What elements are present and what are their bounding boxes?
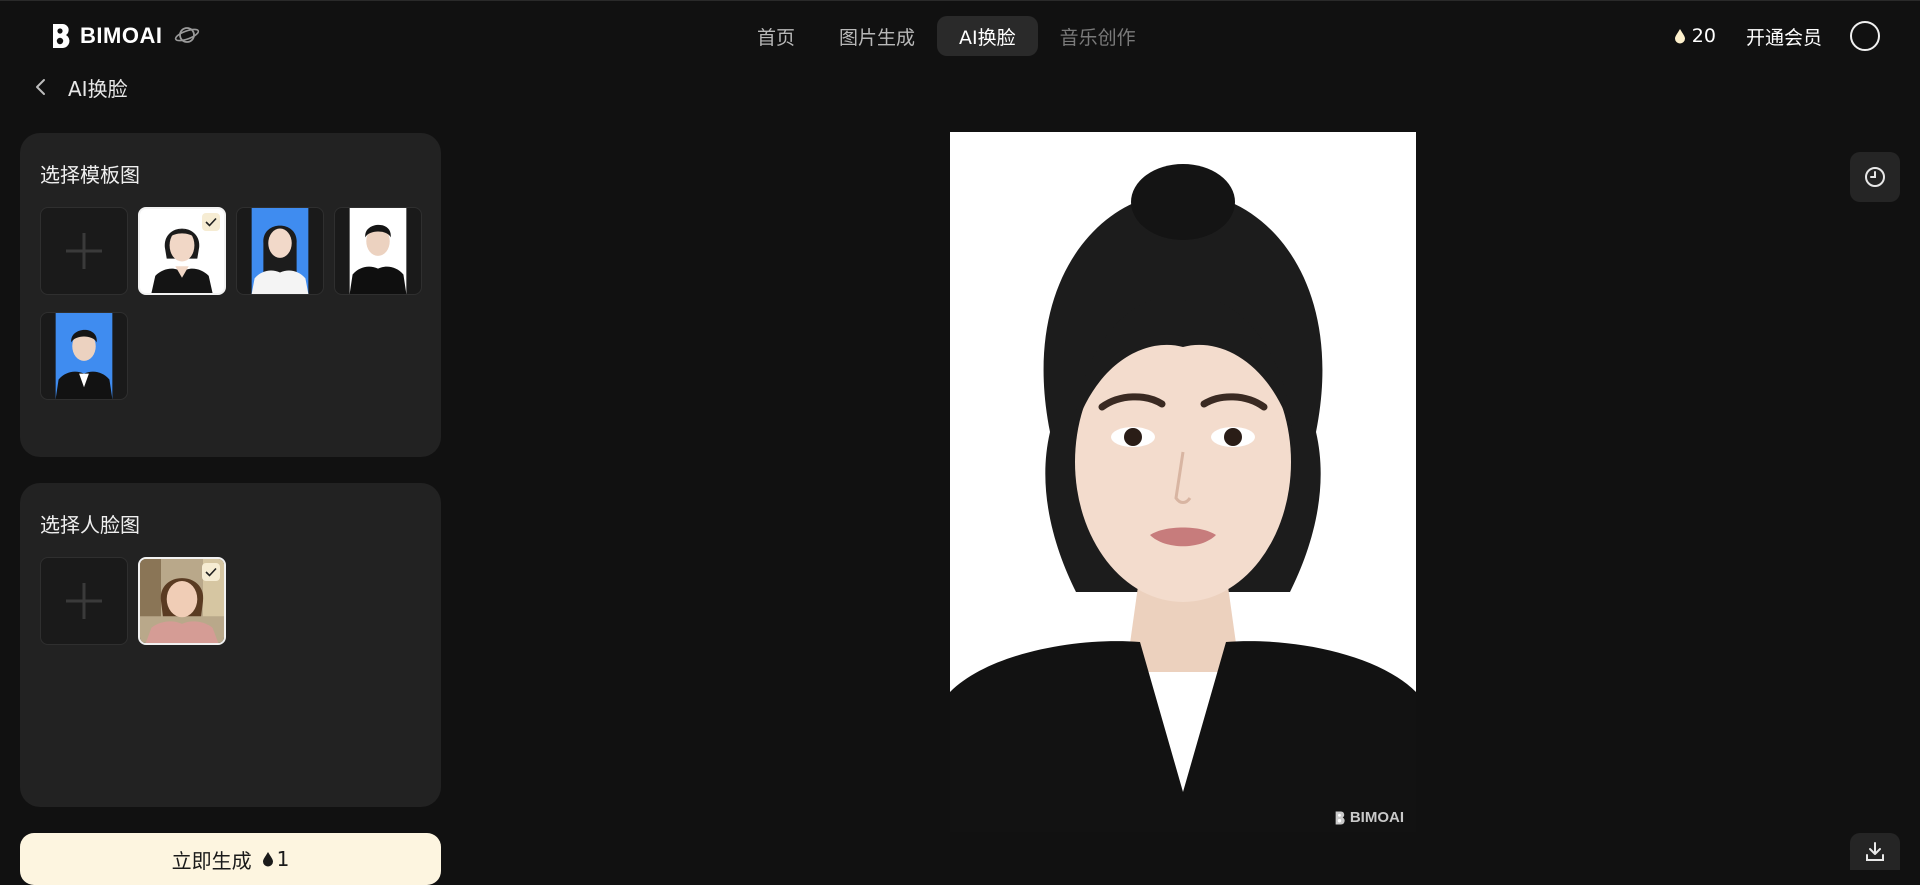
template-panel: 选择模板图 [20, 133, 441, 457]
face-panel: 选择人脸图 [20, 483, 441, 807]
brand-name: BIMOAI [80, 23, 163, 48]
add-template-button[interactable] [40, 207, 128, 295]
drop-icon [1674, 29, 1685, 44]
template-thumbnail-2[interactable] [236, 207, 324, 295]
template-thumbnail-3[interactable] [334, 207, 422, 295]
download-icon [1866, 841, 1884, 861]
main-nav: 首页 图片生成 AI换脸 音乐创作 [735, 16, 1158, 56]
avatar[interactable] [1850, 21, 1880, 51]
generate-cost-value: 1 [276, 847, 290, 871]
credits-display[interactable]: 20 [1674, 25, 1716, 47]
face-thumbnail-1[interactable] [138, 557, 226, 645]
template-thumbnail-1[interactable] [138, 207, 226, 295]
chevron-left-icon[interactable] [32, 76, 50, 98]
page-header: AI换脸 [32, 70, 128, 104]
nav-item-ai-face-swap[interactable]: AI换脸 [937, 16, 1038, 56]
drop-icon [262, 852, 273, 867]
template-panel-title: 选择模板图 [40, 163, 140, 187]
result-portrait-image [950, 132, 1416, 832]
nav-item-image-generation[interactable]: 图片生成 [817, 16, 937, 56]
plus-icon [66, 583, 102, 619]
nav-item-music-creation[interactable]: 音乐创作 [1038, 16, 1158, 56]
page-title: AI换脸 [68, 76, 128, 101]
portrait-woman-blue-bg-image [251, 208, 309, 294]
generate-label: 立即生成 [171, 848, 252, 873]
brand-logo[interactable]: BIMOAI [50, 21, 162, 51]
planet-icon[interactable] [174, 23, 200, 47]
history-icon [1865, 167, 1885, 187]
check-icon [205, 567, 217, 577]
selected-check [202, 213, 220, 231]
template-thumbnail-4[interactable] [40, 312, 128, 400]
plus-icon [66, 233, 102, 269]
face-panel-title: 选择人脸图 [40, 513, 140, 537]
add-face-button[interactable] [40, 557, 128, 645]
credits-count: 20 [1691, 25, 1716, 47]
bimoai-logo-icon [53, 24, 70, 48]
generate-button[interactable]: 立即生成 1 [20, 833, 441, 885]
portrait-man-image [349, 208, 407, 294]
selected-check [202, 563, 220, 581]
portrait-man-blue-bg-image [55, 313, 113, 399]
bimoai-logo-icon [1335, 810, 1345, 825]
account-area: 20 开通会员 [1674, 19, 1880, 53]
history-button[interactable] [1850, 152, 1900, 202]
check-icon [205, 217, 217, 227]
download-button[interactable] [1850, 833, 1900, 870]
nav-item-home[interactable]: 首页 [735, 16, 817, 56]
top-bar: BIMOAI 首页 图片生成 AI换脸 音乐创作 20 开通会员 [0, 0, 1920, 70]
generate-cost: 1 [262, 847, 290, 871]
open-membership-link[interactable]: 开通会员 [1746, 23, 1822, 50]
watermark-text: BIMOAI [1349, 809, 1404, 826]
watermark: BIMOAI [1334, 809, 1404, 826]
result-image: BIMOAI [950, 132, 1416, 832]
